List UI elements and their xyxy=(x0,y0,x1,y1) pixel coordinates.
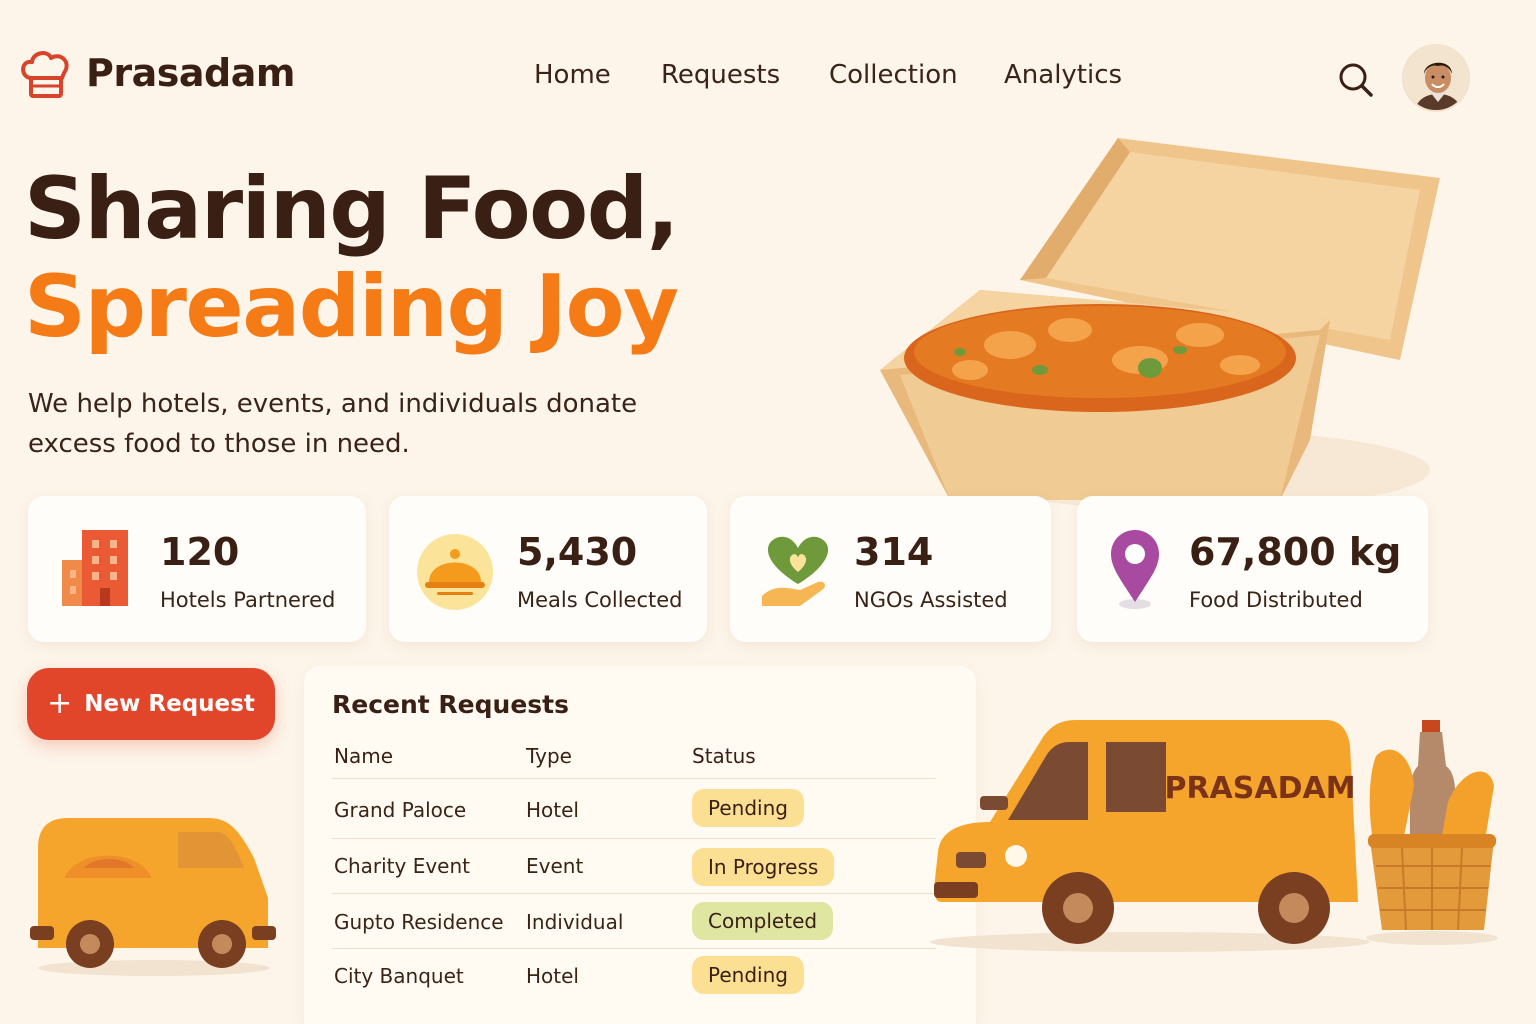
column-header-status: Status xyxy=(692,744,756,768)
small-van-illustration xyxy=(30,818,276,976)
brand-name: Prasadam xyxy=(86,51,295,95)
location-pin-icon xyxy=(1111,530,1159,609)
row-divider xyxy=(332,893,936,894)
stat-value: 67,800 kg xyxy=(1189,530,1402,574)
row-divider xyxy=(332,838,936,839)
stat-card-meals: 5,430 Meals Collected xyxy=(389,496,707,642)
row-type: Individual xyxy=(526,910,624,934)
delivery-van-illustration: PRASADAM xyxy=(930,720,1370,952)
stat-card-food: 67,800 kg Food Distributed xyxy=(1077,496,1428,642)
stat-label: Food Distributed xyxy=(1189,588,1363,612)
row-divider xyxy=(332,948,936,949)
brand-logo[interactable]: Prasadam xyxy=(18,46,295,100)
search-icon xyxy=(1339,63,1373,97)
user-avatar[interactable] xyxy=(1402,44,1470,112)
row-divider xyxy=(332,778,936,779)
stat-value: 5,430 xyxy=(517,530,638,574)
recent-requests-title: Recent Requests xyxy=(332,690,569,719)
status-badge: Pending xyxy=(692,956,804,994)
heart-hand-icon xyxy=(762,536,829,606)
stat-value: 314 xyxy=(854,530,934,574)
hero-subtitle: We help hotels, events, and individuals … xyxy=(28,389,638,459)
row-type: Hotel xyxy=(526,798,579,822)
status-badge: Pending xyxy=(692,789,804,827)
hero-title-line1: Sharing Food, xyxy=(24,159,679,259)
stat-value: 120 xyxy=(160,530,240,574)
row-name: City Banquet xyxy=(334,964,464,988)
column-header-name: Name xyxy=(334,744,394,768)
row-name: Charity Event xyxy=(334,854,471,878)
nav-home[interactable]: Home xyxy=(534,60,611,90)
stat-label: Hotels Partnered xyxy=(160,588,336,612)
hero-title-line2: Spreading Joy xyxy=(24,257,679,357)
search-button[interactable] xyxy=(1336,60,1376,100)
bread-basket-illustration xyxy=(1366,720,1498,945)
page: Prasadam Home Requests Collection Analyt… xyxy=(0,0,1536,1024)
van-brand-label: PRASADAM xyxy=(1164,771,1355,806)
row-name: Gupto Residence xyxy=(334,910,504,934)
nav-collection[interactable]: Collection xyxy=(829,60,958,90)
avatar-portrait-icon xyxy=(1404,46,1468,110)
hero-title: Sharing Food, Spreading Joy xyxy=(24,159,679,357)
new-request-button[interactable]: + New Request xyxy=(27,668,275,740)
row-type: Event xyxy=(526,854,584,878)
stat-label: NGOs Assisted xyxy=(854,588,1008,612)
status-badge: In Progress xyxy=(692,848,835,886)
column-header-type: Type xyxy=(526,744,572,768)
row-name: Grand Paloce xyxy=(334,798,467,822)
stat-card-ngos: 314 NGOs Assisted xyxy=(730,496,1051,642)
nav-analytics[interactable]: Analytics xyxy=(1004,60,1122,90)
recent-requests-panel: Recent Requests Name Type Status Grand P… xyxy=(304,666,976,1024)
food-cloche-icon xyxy=(417,534,493,610)
food-box-illustration xyxy=(880,138,1440,510)
new-request-label: New Request xyxy=(84,691,255,717)
nav-requests[interactable]: Requests xyxy=(661,60,780,90)
plus-icon: + xyxy=(47,686,73,721)
stat-card-hotels: 120 Hotels Partnered xyxy=(28,496,366,642)
row-type: Hotel xyxy=(526,964,579,988)
chef-hat-icon xyxy=(21,51,69,98)
status-badge: Completed xyxy=(692,902,834,940)
stat-label: Meals Collected xyxy=(517,588,683,612)
building-icon xyxy=(62,530,128,606)
